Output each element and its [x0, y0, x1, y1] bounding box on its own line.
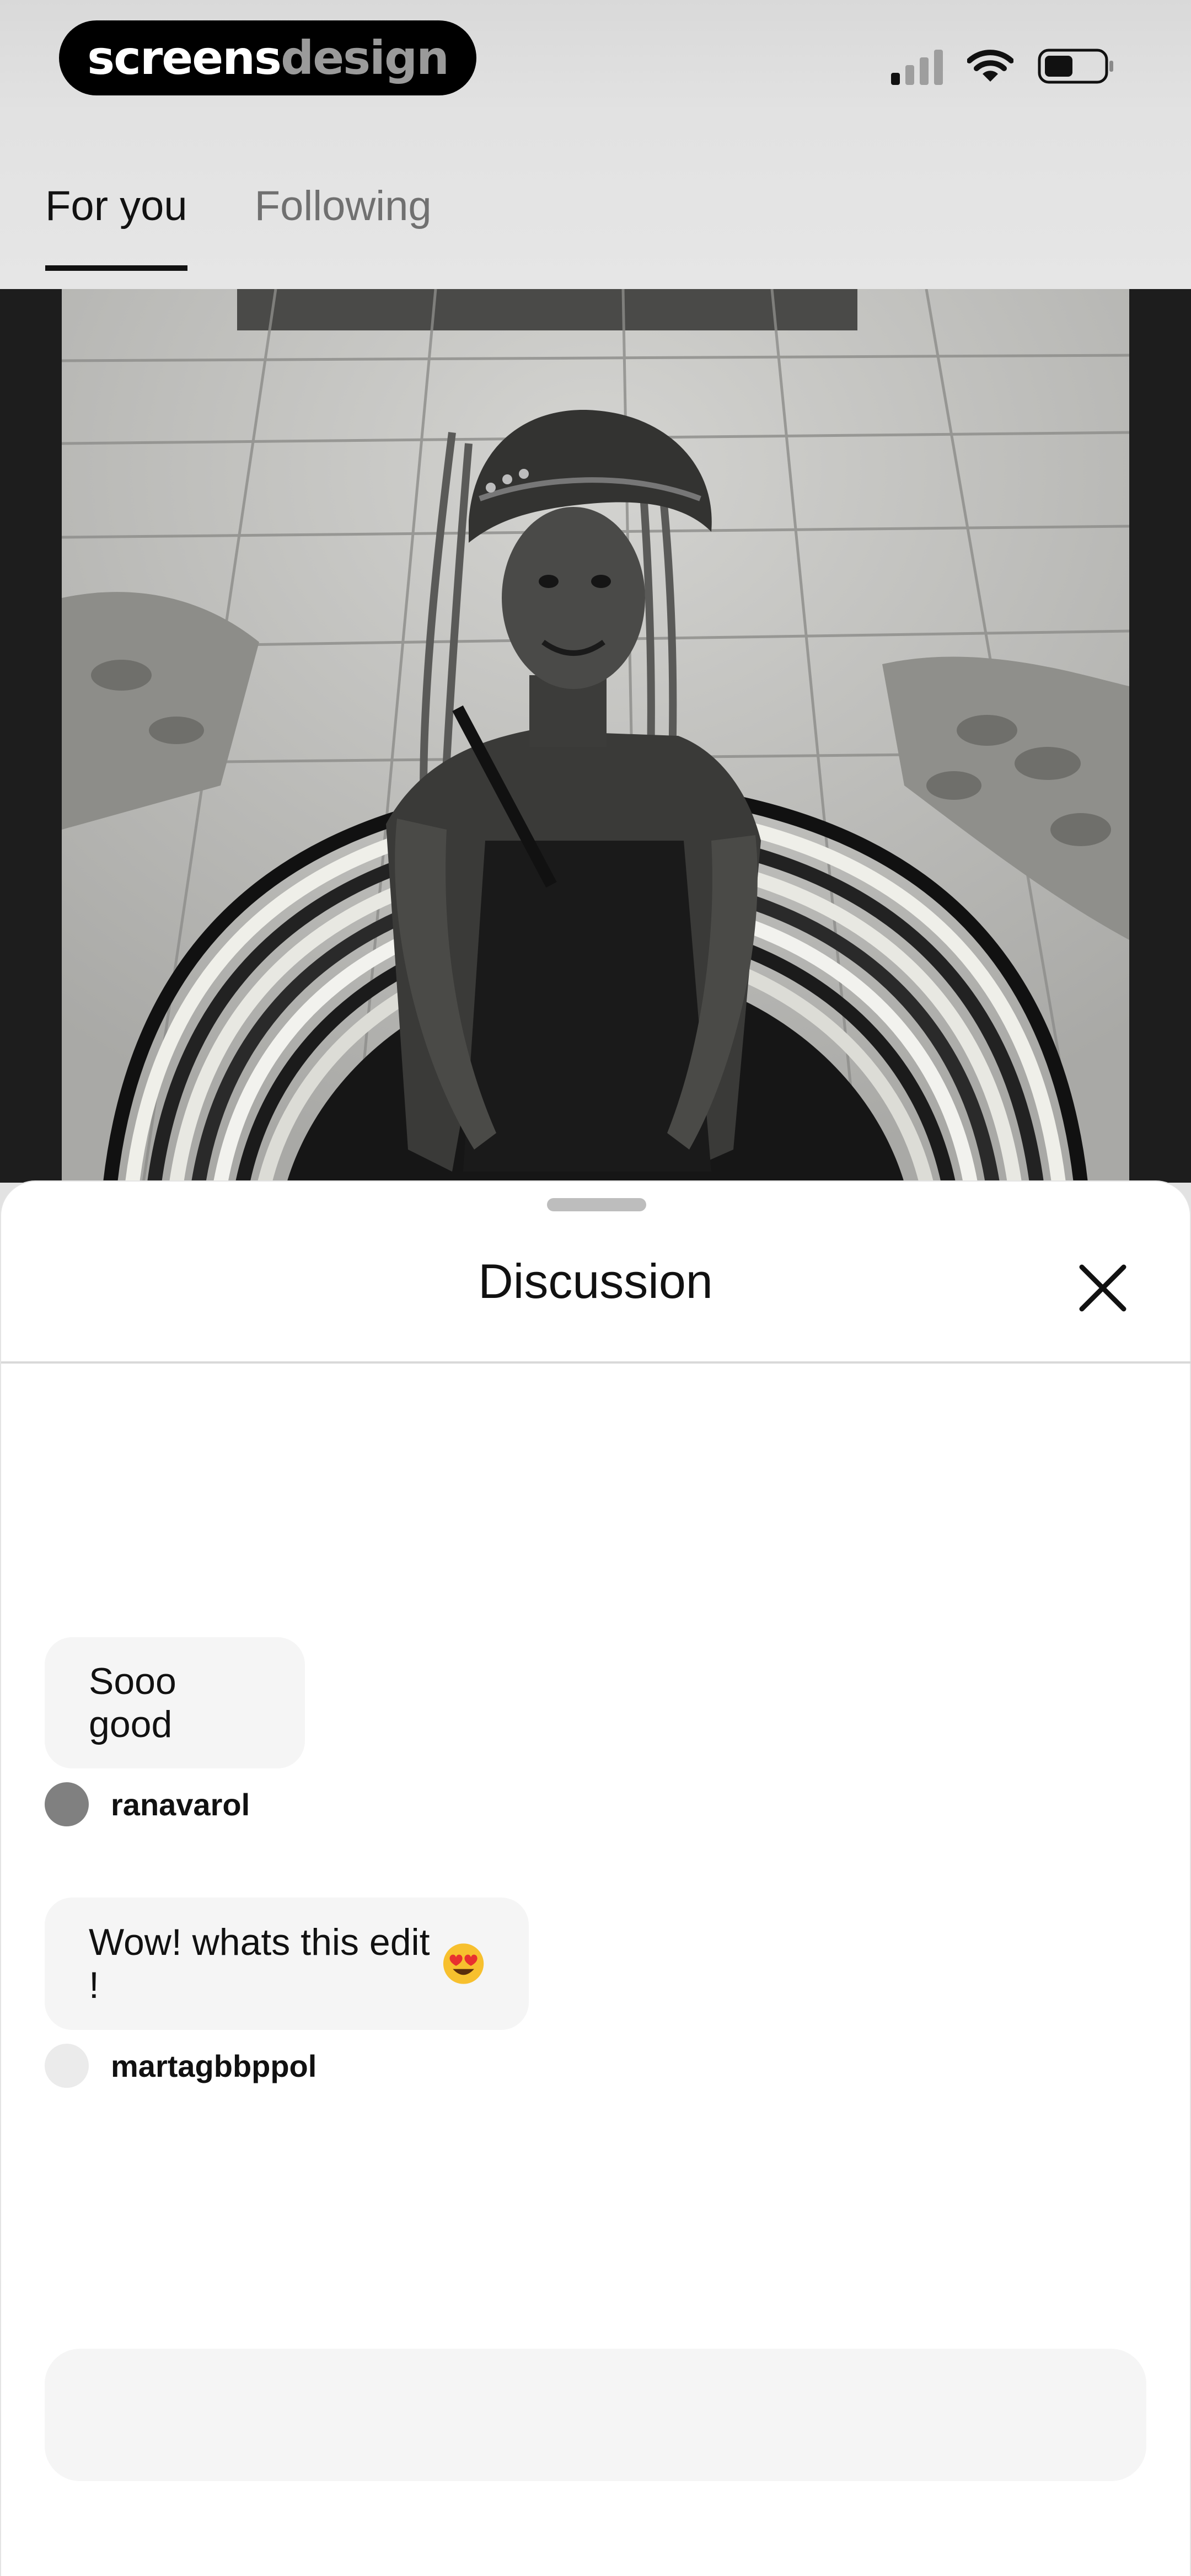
sheet-divider [1, 1361, 1191, 1364]
wifi-icon [967, 50, 1013, 82]
tab-for-you[interactable]: For you [45, 182, 187, 271]
brand-suffix: design [281, 31, 449, 85]
brand-logo: screens design [59, 20, 476, 95]
close-icon[interactable] [1076, 1262, 1129, 1314]
comment-text: Sooo good [89, 1660, 176, 1745]
comment-text: Wow! whats this edit ! [89, 1921, 430, 2006]
comment-bubble[interactable]: Wow! whats this edit ! [45, 1898, 529, 2030]
battery-icon [1038, 49, 1113, 84]
tab-following[interactable]: Following [255, 182, 432, 269]
sheet-drag-handle[interactable] [547, 1198, 646, 1211]
brand-prefix: screens [87, 31, 282, 85]
author-name: ranavarol [111, 1787, 250, 1822]
sheet-title: Discussion [478, 1254, 713, 1308]
comment-input[interactable] [45, 2349, 1146, 2481]
heart-eyes-emoji-icon [443, 1943, 484, 1984]
avatar [45, 2044, 89, 2088]
avatar [45, 1782, 89, 1826]
status-icons [891, 45, 1115, 87]
top-bar: screens design For you Following [0, 0, 1191, 289]
comment-author[interactable]: ranavarol [45, 1782, 250, 1826]
comment-bubble[interactable]: Sooo good [45, 1637, 305, 1768]
feed-tabs: For you Following [45, 182, 432, 271]
comment-author[interactable]: martagbbppol [45, 2044, 316, 2088]
cellular-signal-icon [891, 47, 943, 85]
author-name: martagbbppol [111, 2048, 317, 2083]
post-image[interactable] [0, 289, 1191, 1183]
